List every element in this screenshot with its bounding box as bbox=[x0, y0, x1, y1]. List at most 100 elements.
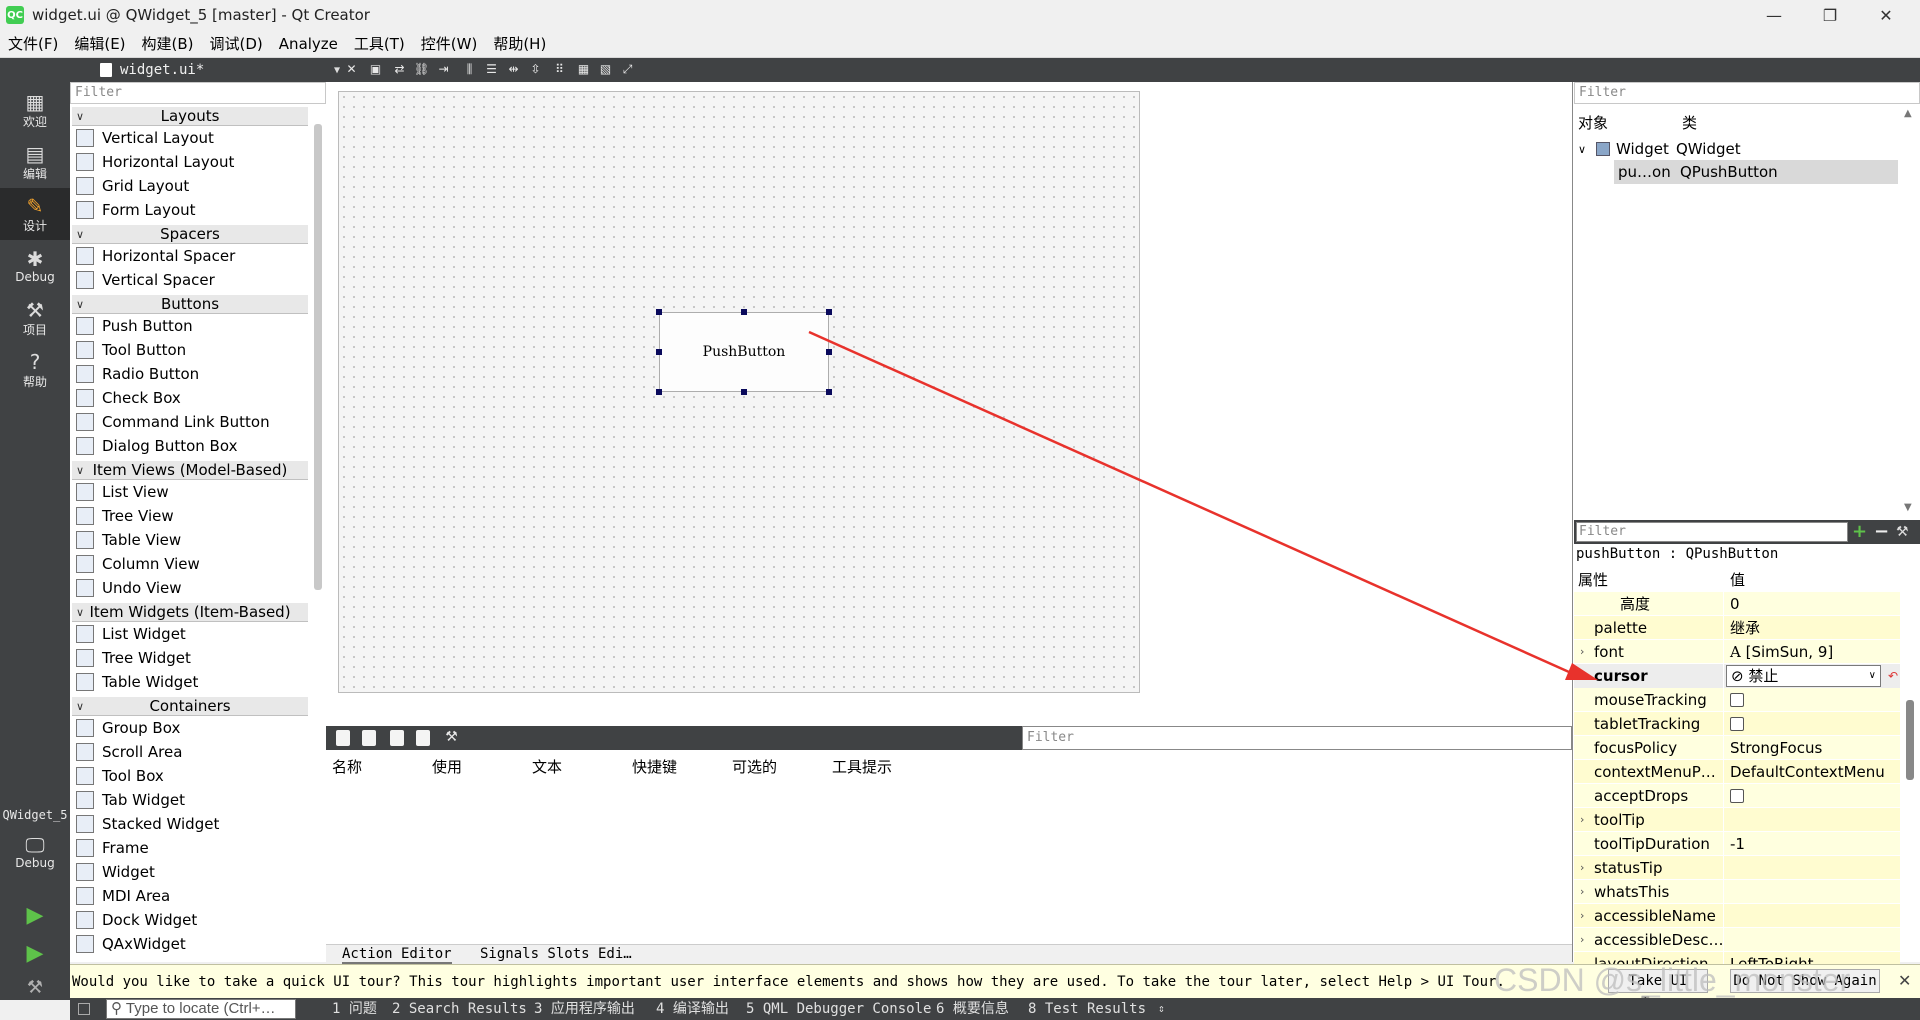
property-row[interactable]: › toolTip bbox=[1574, 807, 1900, 832]
copy-action-icon[interactable] bbox=[362, 730, 376, 746]
scroll-up-icon[interactable]: ▲ bbox=[1904, 108, 1912, 119]
widget-item[interactable]: Frame bbox=[72, 836, 308, 860]
close-document-icon[interactable]: ✕ bbox=[344, 62, 359, 77]
selection-handle[interactable] bbox=[741, 309, 747, 315]
debug-run-icon[interactable]: ▶ bbox=[20, 938, 50, 968]
widget-item[interactable]: Tree Widget bbox=[72, 646, 308, 670]
mode-welcome[interactable]: ▦ 欢迎 bbox=[0, 84, 70, 136]
widget-item[interactable]: Widget bbox=[72, 860, 308, 884]
property-checkbox[interactable] bbox=[1730, 693, 1744, 707]
widget-box-scrollbar[interactable] bbox=[314, 124, 322, 590]
tab-action-editor[interactable]: Action Editor bbox=[342, 944, 452, 964]
mode-projects[interactable]: ⚒ 项目 bbox=[0, 292, 70, 344]
column-header[interactable]: 属性 bbox=[1574, 567, 1724, 592]
tab-signals-slots-editor[interactable]: Signals Slots Edi… bbox=[480, 944, 632, 964]
property-row[interactable]: › statusTip bbox=[1574, 855, 1900, 880]
mode-edit[interactable]: ▤ 编辑 bbox=[0, 136, 70, 188]
property-scrollbar[interactable] bbox=[1906, 700, 1914, 780]
widget-item[interactable]: Form Layout bbox=[72, 198, 308, 222]
selection-handle[interactable] bbox=[656, 349, 662, 355]
widget-category[interactable]: ∨ Layouts bbox=[72, 106, 308, 126]
widget-item[interactable]: Push Button bbox=[72, 314, 308, 338]
tree-row-pushbutton[interactable]: pu…on QPushButton bbox=[1618, 160, 1778, 184]
property-row[interactable]: › font A [SimSun, 9] bbox=[1574, 639, 1900, 664]
selection-handle[interactable] bbox=[656, 389, 662, 395]
widget-item[interactable]: Tree View bbox=[72, 504, 308, 528]
widget-item[interactable]: List Widget bbox=[72, 622, 308, 646]
add-property-icon[interactable]: + bbox=[1852, 522, 1867, 542]
property-row[interactable]: toolTipDuration -1 bbox=[1574, 831, 1900, 856]
widget-item[interactable]: Tab Widget bbox=[72, 788, 308, 812]
widget-category[interactable]: ∨ Item Widgets (Item-Based) bbox=[72, 602, 308, 622]
column-header[interactable]: 值 bbox=[1724, 568, 1900, 592]
layout-horizontal-icon[interactable]: ⫼ bbox=[462, 62, 477, 77]
menu-build[interactable]: 构建(B) bbox=[134, 30, 202, 58]
menu-file[interactable]: 文件(F) bbox=[0, 30, 66, 58]
close-infobar-icon[interactable]: ✕ bbox=[1898, 971, 1911, 990]
chevron-right-icon[interactable]: › bbox=[1580, 928, 1584, 952]
reset-property-icon[interactable]: ↶ bbox=[1888, 664, 1898, 688]
widget-item[interactable]: Table Widget bbox=[72, 670, 308, 694]
output-pane-issues[interactable]: 1 问题 bbox=[332, 998, 377, 1020]
output-pane-test-results[interactable]: 8 Test Results bbox=[1028, 998, 1146, 1020]
up-down-arrows-icon[interactable]: ⇕ bbox=[1158, 998, 1165, 1020]
layout-form-icon[interactable]: ⠿ bbox=[552, 62, 567, 77]
widget-box-filter[interactable]: Filter bbox=[70, 82, 326, 104]
property-row[interactable]: › accessibleName bbox=[1574, 903, 1900, 928]
take-ui-tour-button[interactable]: Take UI Tour bbox=[1608, 969, 1708, 1011]
widget-item[interactable]: Group Box bbox=[72, 716, 308, 740]
paste-action-icon[interactable] bbox=[390, 730, 404, 746]
widget-item[interactable]: Table View bbox=[72, 528, 308, 552]
column-header[interactable]: 快捷键 bbox=[632, 756, 677, 777]
kit-selector[interactable]: 🖵 Debug bbox=[0, 826, 70, 878]
property-row[interactable]: mouseTracking bbox=[1574, 687, 1900, 712]
property-row[interactable]: acceptDrops bbox=[1574, 783, 1900, 808]
column-header[interactable]: 对象 bbox=[1578, 112, 1608, 133]
widget-item[interactable]: Stacked Widget bbox=[72, 812, 308, 836]
tree-row-widget[interactable]: ∨ Widget QWidget bbox=[1578, 137, 1741, 161]
output-pane-general-messages[interactable]: 6 概要信息 bbox=[936, 998, 1009, 1020]
widget-item[interactable]: Vertical Spacer bbox=[72, 268, 308, 292]
output-pane-compile[interactable]: 4 编译输出 bbox=[656, 998, 729, 1020]
widget-item[interactable]: Radio Button bbox=[72, 362, 308, 386]
property-checkbox[interactable] bbox=[1730, 789, 1744, 803]
remove-property-icon[interactable]: − bbox=[1874, 522, 1889, 542]
menu-tools[interactable]: 工具(T) bbox=[346, 30, 413, 58]
widget-item[interactable]: Dialog Button Box bbox=[72, 434, 308, 458]
delete-action-icon[interactable] bbox=[416, 730, 430, 746]
property-row[interactable]: contextMenuP… DefaultContextMenu bbox=[1574, 759, 1900, 784]
selection-handle[interactable] bbox=[826, 349, 832, 355]
widget-item[interactable]: Horizontal Spacer bbox=[72, 244, 308, 268]
widget-item[interactable]: Scroll Area bbox=[72, 740, 308, 764]
column-header[interactable]: 类 bbox=[1682, 112, 1697, 133]
widget-item[interactable]: Vertical Layout bbox=[72, 126, 308, 150]
run-icon[interactable]: ▶ bbox=[20, 900, 50, 930]
mode-design[interactable]: ✎ 设计 bbox=[0, 188, 70, 240]
adjust-size-icon[interactable]: ⤢ bbox=[620, 62, 635, 77]
widget-item[interactable]: Command Link Button bbox=[72, 410, 308, 434]
menu-debug[interactable]: 调试(D) bbox=[202, 30, 271, 58]
widget-item[interactable]: Horizontal Layout bbox=[72, 150, 308, 174]
edit-widgets-icon[interactable]: ▣ bbox=[368, 62, 383, 77]
selection-handle[interactable] bbox=[826, 309, 832, 315]
maximize-icon[interactable]: ❐ bbox=[1802, 0, 1858, 30]
widget-item[interactable]: List View bbox=[72, 480, 308, 504]
property-row[interactable]: › whatsThis bbox=[1574, 879, 1900, 904]
break-layout-icon[interactable]: ▧ bbox=[598, 62, 613, 77]
widget-item[interactable]: Tool Button bbox=[72, 338, 308, 362]
action-filter-input[interactable]: Filter bbox=[1022, 726, 1572, 750]
configure-icon[interactable]: ⚒ bbox=[1896, 522, 1909, 542]
mode-debug[interactable]: ✱ Debug bbox=[0, 240, 70, 292]
property-row[interactable]: tabletTracking bbox=[1574, 711, 1900, 736]
output-pane-qml-debugger[interactable]: 5 QML Debugger Console bbox=[746, 998, 931, 1020]
property-checkbox[interactable] bbox=[1730, 717, 1744, 731]
edit-buddies-icon[interactable]: ⛓ bbox=[414, 62, 429, 77]
column-header[interactable]: 使用 bbox=[432, 756, 462, 777]
property-row[interactable]: › accessibleDesc… bbox=[1574, 927, 1900, 952]
object-filter-input[interactable]: Filter bbox=[1574, 82, 1920, 104]
output-pane-search[interactable]: 2 Search Results bbox=[392, 998, 527, 1020]
menu-help[interactable]: 帮助(H) bbox=[485, 30, 554, 58]
layout-vertical-icon[interactable]: ☰ bbox=[484, 62, 499, 77]
widget-category[interactable]: ∨ Item Views (Model-Based) bbox=[72, 460, 308, 480]
chevron-right-icon[interactable]: › bbox=[1580, 856, 1584, 880]
